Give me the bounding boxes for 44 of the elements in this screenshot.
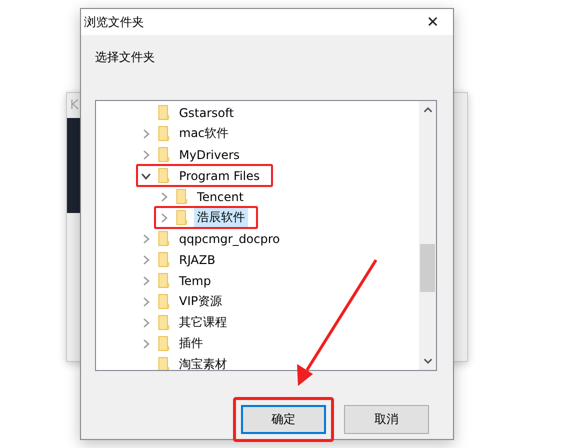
- folder-icon: [157, 230, 171, 247]
- folder-icon: [157, 314, 171, 331]
- window-title: K: [70, 98, 79, 113]
- folder-item[interactable]: qqpcmgr_docpro: [176, 230, 283, 246]
- chevron-right-icon[interactable]: [141, 234, 151, 244]
- chevron-right-icon[interactable]: [141, 338, 151, 348]
- dialog-button[interactable]: 确定: [241, 405, 326, 434]
- chevron-right-icon[interactable]: [141, 150, 151, 160]
- folder-item[interactable]: 浩辰软件: [194, 208, 248, 227]
- chevron-right-icon[interactable]: [141, 296, 151, 306]
- folder-icon: [175, 188, 189, 205]
- folder-icon: [157, 146, 171, 163]
- folder-item[interactable]: mac软件: [176, 124, 232, 143]
- folder-icon: [157, 167, 171, 184]
- scrollbar[interactable]: [419, 101, 436, 370]
- dialog-button[interactable]: 取消: [344, 405, 429, 434]
- folder-icon: [157, 293, 171, 310]
- folder-item[interactable]: Gstarsoft: [176, 104, 237, 120]
- chevron-right-icon[interactable]: [159, 192, 169, 202]
- chevron-down-icon[interactable]: [141, 170, 151, 180]
- scroll-thumb[interactable]: [420, 244, 435, 292]
- folder-icon: [157, 335, 171, 352]
- folder-icon: [157, 125, 171, 142]
- close-button[interactable]: ✕: [413, 9, 453, 35]
- chevron-right-icon[interactable]: [141, 318, 151, 328]
- chevron-right-icon[interactable]: [141, 254, 151, 264]
- folder-item[interactable]: Temp: [176, 272, 214, 288]
- folder-item[interactable]: 淘宝素材: [176, 355, 230, 370]
- folder-item[interactable]: Tencent: [194, 188, 247, 204]
- folder-item[interactable]: MyDrivers: [176, 146, 243, 162]
- folder-item[interactable]: RJAZB: [176, 252, 218, 268]
- folder-icon: [175, 209, 189, 226]
- folder-icon: [157, 251, 171, 268]
- folder-icon: [157, 356, 171, 370]
- chevron-right-icon[interactable]: [141, 276, 151, 286]
- folder-item[interactable]: VIP资源: [176, 292, 225, 311]
- chevron-right-icon[interactable]: [159, 212, 169, 222]
- folder-item[interactable]: 插件: [176, 334, 206, 353]
- folder-item[interactable]: 其它课程: [176, 313, 230, 332]
- folder-icon: [157, 272, 171, 289]
- prompt-text: 选择文件夹: [95, 49, 156, 65]
- folder-icon: [157, 104, 171, 121]
- chevron-right-icon[interactable]: [141, 128, 151, 138]
- window-title: 浏览文件夹: [83, 14, 144, 30]
